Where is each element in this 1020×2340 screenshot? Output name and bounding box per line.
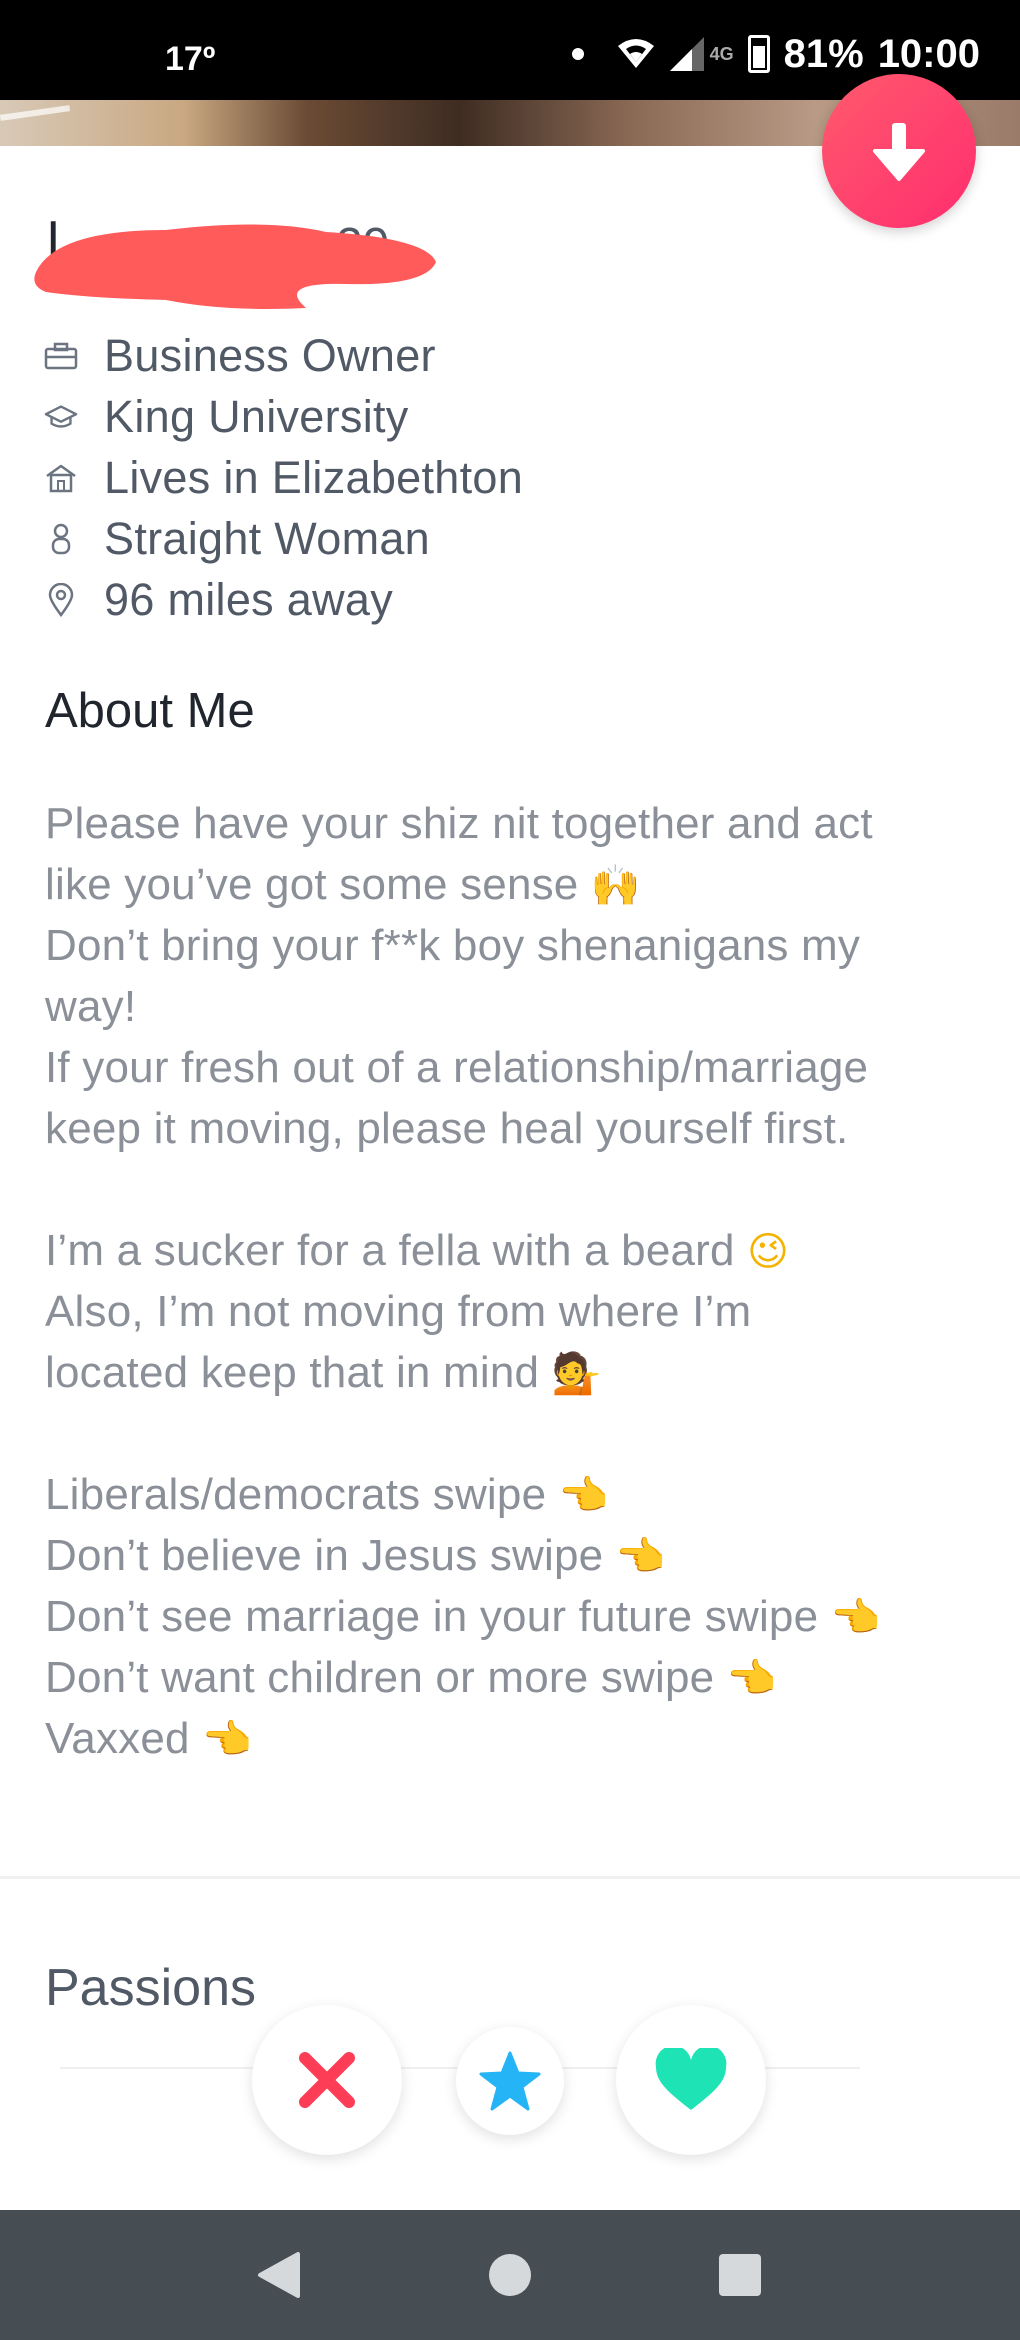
- detail-job: Business Owner: [44, 325, 523, 386]
- about-text: I’m a sucker for a fella with a beard: [45, 1226, 735, 1275]
- detail-text: 96 miles away: [104, 573, 394, 625]
- pointing-hand-icon: 👈: [558, 1473, 609, 1519]
- battery-percent: 81%: [783, 31, 864, 76]
- status-temperature: 17º: [165, 40, 216, 78]
- about-text: Don’t see marriage in your future swipe: [45, 1592, 819, 1641]
- detail-text: King University: [104, 390, 409, 442]
- profile-name-age: I 29: [34, 210, 466, 309]
- status-icons: 4G 81% 10:00: [571, 31, 980, 76]
- network-type: 4G: [709, 43, 734, 64]
- about-line: way!: [45, 976, 975, 1037]
- super-like-button[interactable]: [456, 2027, 564, 2135]
- system-nav-bar: [0, 2210, 1020, 2340]
- about-text: Vaxxed: [45, 1714, 190, 1763]
- redaction-scribble: [34, 224, 436, 309]
- detail-school: King University: [44, 386, 523, 447]
- about-text: Don’t bring your f**k boy shenanigans my: [45, 921, 861, 970]
- notification-dot-icon: [571, 48, 584, 60]
- pointing-hand-icon: 👈: [615, 1534, 666, 1580]
- battery-icon: [747, 35, 770, 73]
- woman-tipping-hand-icon: 💁: [551, 1351, 602, 1397]
- about-spacer: [45, 1159, 975, 1220]
- close-icon: [299, 2052, 355, 2108]
- wifi-icon: [617, 39, 654, 68]
- about-line: Don’t see marriage in your future swipe …: [45, 1586, 975, 1647]
- detail-distance: 96 miles away: [44, 569, 523, 630]
- briefcase-icon: [44, 339, 78, 373]
- home-nav-icon[interactable]: [489, 2254, 531, 2296]
- about-text: Please have your shiz nit together and a…: [45, 799, 873, 848]
- heart-icon: [655, 2048, 727, 2110]
- about-spacer: [45, 1403, 975, 1464]
- graduation-cap-icon: [44, 400, 78, 434]
- star-icon: [479, 2051, 541, 2111]
- about-text: Don’t believe in Jesus swipe: [45, 1531, 604, 1580]
- about-text: keep it moving, please heal yourself fir…: [45, 1104, 849, 1153]
- about-line: Don’t believe in Jesus swipe 👈: [45, 1525, 975, 1586]
- about-text: If your fresh out of a relationship/marr…: [45, 1043, 869, 1092]
- like-button[interactable]: [616, 2005, 766, 2155]
- signal-icon: [669, 37, 704, 71]
- about-text: way!: [45, 982, 137, 1031]
- winking-face-icon: 😉: [747, 1229, 790, 1275]
- about-line: like you’ve got some sense 🙌: [45, 854, 975, 915]
- collapse-profile-button[interactable]: [822, 74, 976, 228]
- raised-hands-icon: 🙌: [590, 863, 641, 909]
- about-text: like you’ve got some sense: [45, 860, 579, 909]
- about-line: Liberals/democrats swipe 👈: [45, 1464, 975, 1525]
- about-heading: About Me: [45, 684, 255, 738]
- about-line: Also, I’m not moving from where I’m: [45, 1281, 975, 1342]
- section-divider: [0, 1876, 1020, 1879]
- person-icon: [44, 522, 78, 556]
- pointing-hand-icon: 👈: [202, 1717, 253, 1763]
- about-text: Liberals/democrats swipe: [45, 1470, 547, 1519]
- home-icon: [44, 461, 78, 495]
- photo-detail: [0, 105, 71, 121]
- profile-details: Business Owner King University Lives in …: [44, 325, 523, 630]
- detail-text: Straight Woman: [104, 512, 431, 564]
- clock: 10:00: [877, 31, 980, 76]
- detail-location-city: Lives in Elizabethton: [44, 447, 523, 508]
- pointing-hand-icon: 👈: [726, 1656, 777, 1702]
- about-line: located keep that in mind 💁: [45, 1342, 975, 1403]
- detail-orientation: Straight Woman: [44, 508, 523, 569]
- about-line: I’m a sucker for a fella with a beard 😉: [45, 1220, 975, 1281]
- about-line: Don’t want children or more swipe 👈: [45, 1647, 975, 1708]
- about-line: Vaxxed 👈: [45, 1708, 975, 1769]
- about-text: located keep that in mind: [45, 1348, 540, 1397]
- passions-heading: Passions: [45, 1959, 256, 2017]
- about-body: Please have your shiz nit together and a…: [45, 793, 975, 1769]
- arrow-down-icon: [873, 123, 925, 181]
- detail-text: Business Owner: [104, 329, 436, 381]
- location-pin-icon: [44, 582, 78, 617]
- about-text: Also, I’m not moving from where I’m: [45, 1287, 752, 1336]
- nope-button[interactable]: [252, 2005, 402, 2155]
- recent-apps-icon[interactable]: [719, 2254, 761, 2296]
- pointing-hand-icon: 👈: [830, 1595, 881, 1641]
- about-line: If your fresh out of a relationship/marr…: [45, 1037, 975, 1098]
- back-icon[interactable]: [256, 2250, 304, 2300]
- detail-text: Lives in Elizabethton: [104, 451, 524, 503]
- about-line: Please have your shiz nit together and a…: [45, 793, 975, 854]
- about-text: Don’t want children or more swipe: [45, 1653, 715, 1702]
- about-line: keep it moving, please heal yourself fir…: [45, 1098, 975, 1159]
- about-line: Don’t bring your f**k boy shenanigans my: [45, 915, 975, 976]
